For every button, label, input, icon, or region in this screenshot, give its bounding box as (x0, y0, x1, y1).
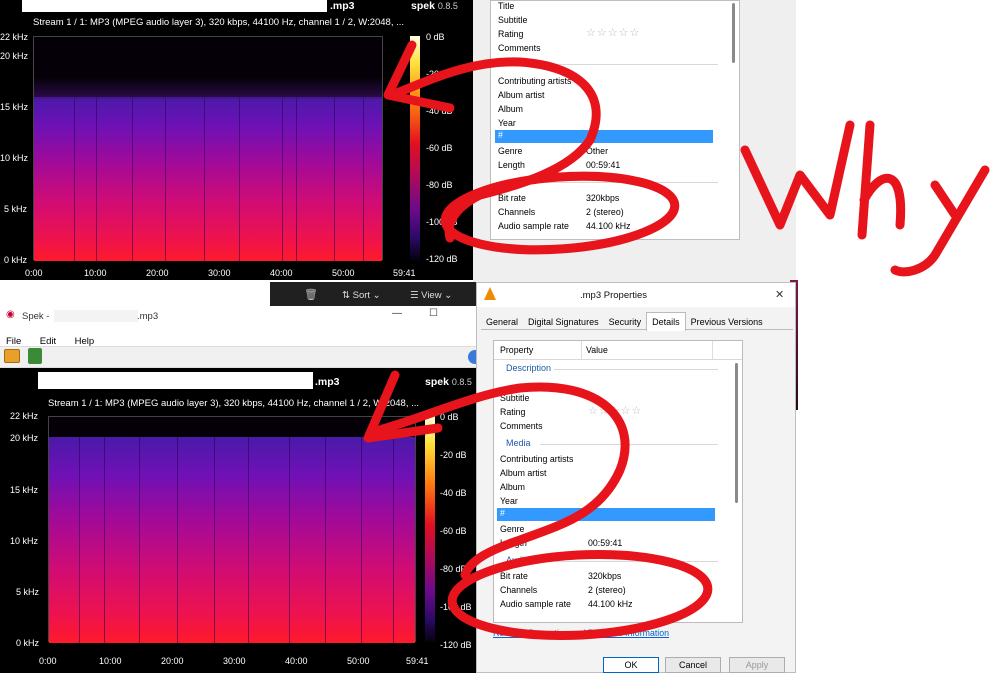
bottom-circle (447, 549, 713, 641)
why-w (740, 120, 855, 230)
red-annotation-overlay: why (363, 40, 990, 641)
top-circle (440, 171, 680, 255)
bottom-arrow-shaft (367, 382, 630, 580)
why-y (890, 165, 990, 277)
why-h (857, 120, 906, 240)
top-arrow-shaft (387, 57, 601, 243)
